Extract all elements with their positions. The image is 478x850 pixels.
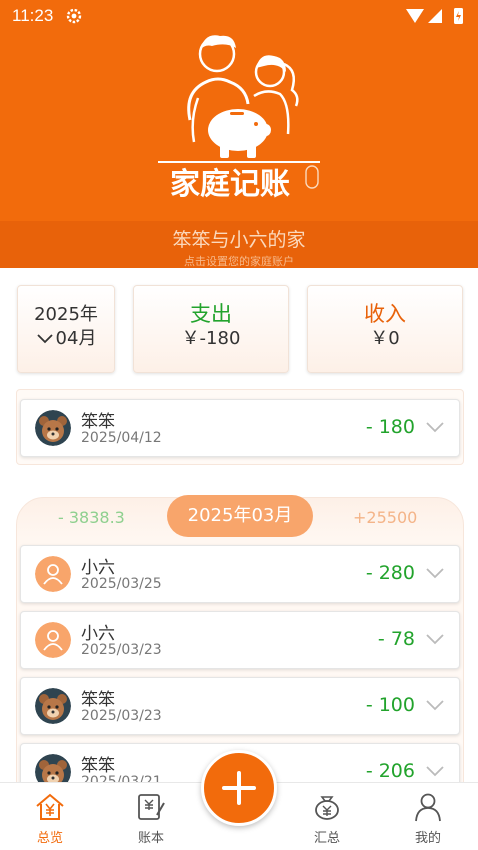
nav-label: 账本 bbox=[137, 831, 164, 846]
transaction-row[interactable]: 笨笨 2025/04/12 - 180 bbox=[20, 399, 460, 457]
person-icon bbox=[415, 793, 441, 822]
system-status-icons bbox=[406, 8, 463, 24]
bear-avatar-icon bbox=[35, 688, 71, 724]
row-amount: - 206 bbox=[365, 760, 415, 782]
chevron-down-icon[interactable] bbox=[425, 632, 445, 646]
row-date: 2025/03/25 bbox=[81, 576, 162, 592]
app-header: 11:23 家庭记账 笨笨与小六的家 点击设置您的家庭账户 bbox=[0, 0, 478, 268]
row-name: 笨笨 bbox=[81, 412, 115, 432]
month-selector[interactable]: 2025年 04月 bbox=[17, 285, 115, 373]
row-name: 笨笨 bbox=[81, 756, 115, 776]
group-month-pill[interactable]: 2025年03月 bbox=[167, 495, 313, 537]
status-bar: 11:23 bbox=[0, 0, 478, 32]
svg-text:家庭记账: 家庭记账 bbox=[170, 167, 290, 200]
chevron-down-icon bbox=[36, 334, 53, 344]
family-account-button[interactable]: 笨笨与小六的家 点击设置您的家庭账户 bbox=[0, 221, 478, 268]
row-amount: - 78 bbox=[377, 628, 415, 650]
signal-icon bbox=[428, 9, 442, 23]
nav-label: 汇总 bbox=[313, 831, 340, 846]
chevron-down-icon[interactable] bbox=[425, 764, 445, 778]
family-hint: 点击设置您的家庭账户 bbox=[184, 255, 294, 268]
nav-item-overview[interactable]: 总览 bbox=[10, 783, 90, 850]
bear-avatar-icon bbox=[35, 410, 71, 446]
row-date: 2025/03/23 bbox=[81, 642, 162, 658]
family-budget-logo: 家庭记账 bbox=[158, 35, 320, 200]
nav-label: 总览 bbox=[36, 831, 63, 846]
income-value: ￥0 bbox=[370, 328, 400, 349]
expense-summary-card[interactable]: 支出 ￥-180 bbox=[133, 285, 289, 373]
row-amount: - 280 bbox=[365, 562, 415, 584]
income-summary-card[interactable]: 收入 ￥0 bbox=[307, 285, 463, 373]
house-yuan-icon bbox=[36, 793, 64, 820]
settings-gear-icon bbox=[66, 8, 82, 24]
row-amount: - 100 bbox=[365, 694, 415, 716]
ledger-icon bbox=[138, 794, 165, 820]
group-expense-total: - 3838.3 bbox=[58, 508, 125, 527]
transaction-row[interactable]: 小六 2025/03/23 - 78 bbox=[20, 611, 460, 669]
nav-label: 我的 bbox=[414, 831, 441, 846]
transaction-row[interactable]: 笨笨 2025/03/23 - 100 bbox=[20, 677, 460, 735]
user-avatar-icon bbox=[35, 556, 71, 592]
expense-value: ￥-180 bbox=[181, 328, 241, 349]
status-time: 11:23 bbox=[12, 6, 54, 25]
transaction-row[interactable]: 小六 2025/03/25 - 280 bbox=[20, 545, 460, 603]
add-record-button[interactable] bbox=[201, 750, 277, 826]
chevron-down-icon[interactable] bbox=[425, 566, 445, 580]
group-income-total: +25500 bbox=[353, 508, 418, 527]
nav-item-summary[interactable]: 汇总 bbox=[287, 783, 367, 850]
chevron-down-icon[interactable] bbox=[425, 698, 445, 712]
row-name: 小六 bbox=[81, 624, 115, 644]
selected-year: 2025年 bbox=[34, 304, 98, 325]
selected-month: 04月 bbox=[18, 324, 114, 350]
money-bag-icon bbox=[315, 796, 339, 820]
nav-item-ledger[interactable]: 账本 bbox=[111, 783, 191, 850]
plus-icon bbox=[222, 771, 256, 805]
row-name: 笨笨 bbox=[81, 690, 115, 710]
user-avatar-icon bbox=[35, 622, 71, 658]
family-name: 笨笨与小六的家 bbox=[172, 229, 306, 251]
row-date: 2025/03/23 bbox=[81, 708, 162, 724]
chevron-down-icon[interactable] bbox=[425, 420, 445, 434]
row-date: 2025/04/12 bbox=[81, 430, 162, 446]
wifi-icon bbox=[406, 9, 424, 23]
nav-item-profile[interactable]: 我的 bbox=[388, 783, 468, 850]
row-amount: - 180 bbox=[365, 416, 415, 438]
row-name: 小六 bbox=[81, 558, 115, 578]
